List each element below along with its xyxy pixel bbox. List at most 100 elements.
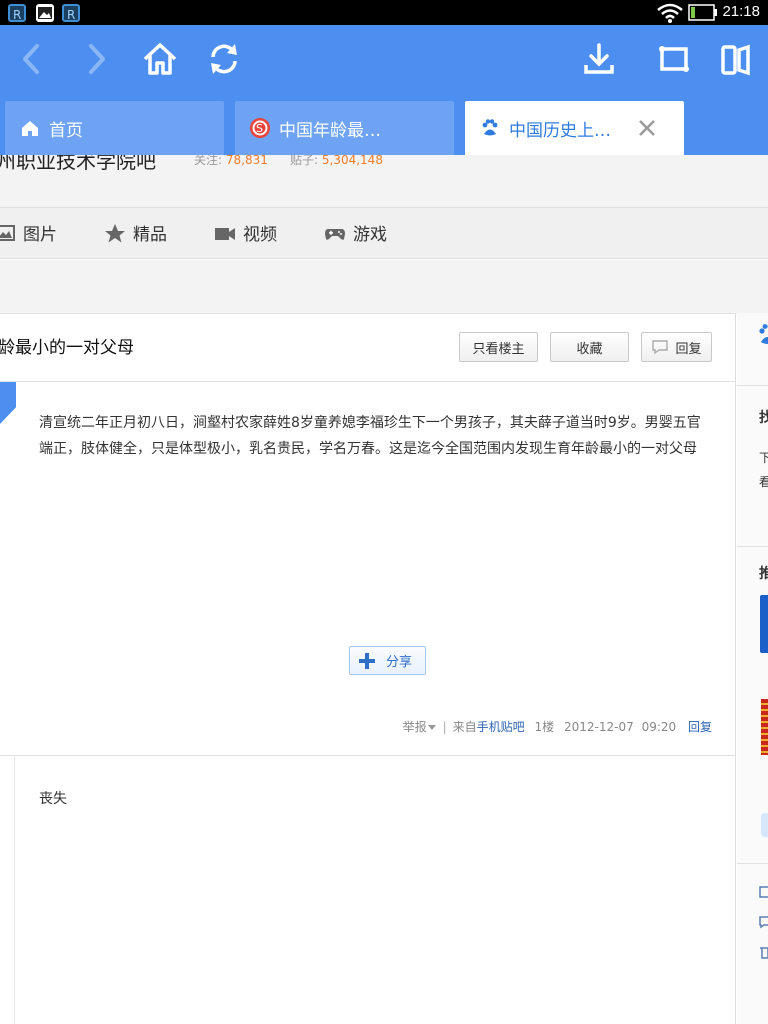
back-button[interactable] — [8, 35, 56, 83]
from-label: 来自 — [452, 720, 477, 734]
svg-text:R: R — [13, 8, 21, 21]
divider — [737, 546, 768, 547]
nav-games[interactable]: 游戏 — [324, 220, 387, 245]
forward-button[interactable] — [72, 35, 120, 83]
wifi-icon — [657, 3, 683, 23]
trash-icon[interactable] — [759, 945, 768, 959]
nav-label: 视频 — [243, 225, 277, 245]
gallery-icon — [36, 4, 54, 22]
posts-count: 5,304,148 — [321, 155, 383, 167]
source-link[interactable]: 手机贴吧 — [477, 720, 525, 734]
divider — [737, 863, 768, 864]
tablet-mode-icon — [721, 44, 750, 76]
report-link[interactable]: 举报 — [403, 720, 437, 734]
star-icon — [105, 223, 125, 242]
post-text: 清宣统二年正月初八日，涧壑村农家薛姓8岁童养媳李福珍生下一个男孩子，其夫薛子道当… — [39, 415, 701, 457]
svg-text:S: S — [256, 122, 263, 135]
gamepad-icon — [325, 228, 345, 240]
follow-stat: 关注: 78,831 — [194, 155, 268, 168]
tablet-mode-button[interactable] — [712, 35, 760, 83]
posts-stat: 贴子: 5,304,148 — [290, 155, 383, 168]
tab-label: 中国历史上… — [509, 120, 611, 141]
reply-text: 丧失 — [39, 791, 67, 807]
tab-home[interactable]: 首页 — [5, 101, 224, 155]
video-icon — [215, 227, 235, 240]
tab-label: 首页 — [49, 120, 83, 141]
tab-strip: 首页 S 中国年龄最… 中国历史上… — [0, 95, 768, 155]
follow-count: 78,831 — [225, 155, 268, 167]
sidebar-heading: 找 — [759, 410, 768, 426]
reply-label: 回复 — [675, 341, 702, 357]
comment-icon[interactable] — [759, 915, 768, 929]
share-label: 分享 — [386, 655, 413, 670]
favorite-button[interactable]: 收藏 — [550, 332, 629, 362]
home-button[interactable] — [136, 35, 184, 83]
post-meta: 举报 | 来自手机贴吧 1楼 2012-12-07 09:20 回复 — [402, 720, 712, 734]
thread-title-bar: 龄最小的一对父母 只看楼主 收藏 回复 — [0, 314, 736, 382]
sidebar-heading: 推 — [759, 566, 768, 582]
browser-toolbar — [0, 25, 768, 95]
home-icon — [143, 43, 177, 75]
picture-icon — [0, 224, 15, 241]
nav-pictures[interactable]: 图片 — [0, 220, 57, 245]
share-button[interactable]: 分享 — [349, 646, 426, 675]
baidu-paw-icon — [759, 324, 768, 344]
sogou-icon: S — [249, 117, 271, 139]
promo-thumbnail[interactable] — [761, 699, 768, 755]
home-icon — [19, 117, 41, 139]
favorite-label: 收藏 — [576, 341, 603, 357]
forum-nav: 图片 精品 视频 游戏 — [0, 207, 768, 259]
svg-text:R: R — [67, 8, 75, 21]
refresh-icon — [211, 44, 237, 74]
download-button[interactable] — [575, 35, 623, 83]
download-icon — [584, 43, 614, 74]
thread-title: 龄最小的一对父母 — [0, 338, 134, 358]
browser-screen: R R 21:18 首页 S 中国年龄最… 中国历史上… 州职业技术学院吧 关注… — [0, 0, 768, 1024]
divider — [737, 385, 768, 386]
post-date: 2012-12-07 — [563, 720, 634, 734]
tab-label: 中国年龄最… — [279, 120, 381, 141]
status-bar: R R 21:18 — [0, 0, 768, 25]
forum-name[interactable]: 州职业技术学院吧 — [0, 155, 156, 174]
nav-featured[interactable]: 精品 — [104, 220, 167, 245]
nav-label: 精品 — [133, 225, 167, 245]
nav-videos[interactable]: 视频 — [214, 220, 277, 245]
nav-label: 图片 — [23, 225, 57, 245]
dropdown-icon — [427, 725, 436, 730]
posts-label: 贴子: — [290, 155, 319, 167]
right-sidebar: 找 下 看 推 — [737, 313, 768, 1024]
fullscreen-button[interactable] — [650, 35, 698, 83]
sidebar-text: 看 — [759, 475, 768, 489]
post-time: 09:20 — [641, 720, 677, 734]
app-r-icon: R — [62, 4, 80, 22]
divider — [0, 755, 736, 756]
follow-label: 关注: — [194, 155, 223, 167]
forward-icon — [89, 44, 105, 74]
sidebar-text: 下 — [759, 451, 768, 465]
promo-button[interactable] — [761, 813, 768, 837]
thread-content: 龄最小的一对父母 只看楼主 收藏 回复 清宣统二年正月初八日，涧壑村农家薛姓8岁… — [0, 313, 736, 1024]
plus-icon — [359, 652, 375, 669]
baidu-paw-icon — [479, 117, 501, 139]
clock: 21:18 — [722, 3, 760, 20]
close-icon[interactable] — [634, 115, 660, 141]
promo-thumbnail[interactable] — [760, 595, 768, 653]
battery-icon — [688, 4, 717, 21]
op-badge — [0, 382, 16, 424]
refresh-button[interactable] — [200, 35, 248, 83]
nav-label: 游戏 — [353, 225, 387, 245]
tab-article-2[interactable]: 中国历史上… — [465, 101, 684, 155]
app-r-icon: R — [8, 4, 26, 22]
back-icon — [23, 44, 39, 74]
comment-icon — [652, 340, 669, 355]
only-op-button[interactable]: 只看楼主 — [459, 332, 538, 362]
reply-link[interactable]: 回复 — [688, 720, 712, 734]
divider — [14, 756, 15, 1024]
floor-number: 1楼 — [534, 720, 555, 734]
tab-article-1[interactable]: S 中国年龄最… — [235, 101, 454, 155]
edit-icon[interactable] — [759, 885, 768, 899]
reply-button[interactable]: 回复 — [641, 332, 712, 362]
fullscreen-icon — [659, 46, 689, 72]
forum-header: 州职业技术学院吧 关注: 78,831 贴子: 5,304,148 — [0, 155, 768, 207]
spacer — [0, 260, 768, 314]
